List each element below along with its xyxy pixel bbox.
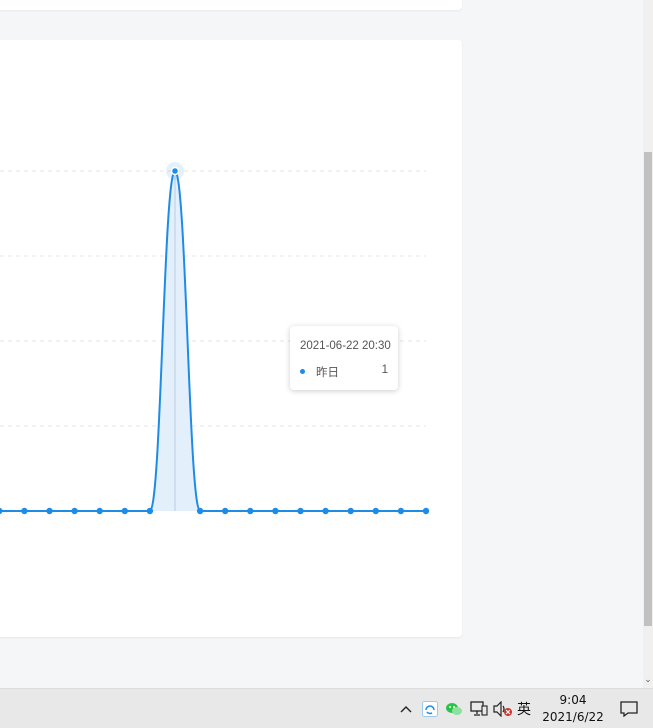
tooltip-title: 2021-06-22 20:30: [300, 340, 391, 352]
data-point: [46, 507, 53, 515]
tooltip-series-value: 1: [381, 364, 388, 376]
notification-icon[interactable]: [619, 699, 639, 719]
vertical-scrollbar[interactable]: [643, 0, 653, 688]
data-point: [372, 507, 379, 515]
scrollbar-thumb[interactable]: [644, 152, 652, 626]
data-point: [170, 166, 180, 176]
data-point: [422, 507, 430, 515]
wechat-icon[interactable]: [444, 699, 464, 719]
tooltip-series-name: 昨日: [316, 367, 339, 379]
data-point: [347, 507, 354, 515]
data-point: [247, 507, 254, 515]
data-point: [21, 507, 28, 515]
data-point: [272, 507, 279, 515]
data-point: [397, 507, 405, 515]
data-point: [146, 507, 154, 515]
data-point: [96, 507, 103, 515]
clock-date: 2021/6/22: [542, 710, 604, 724]
chart-tooltip: 2021-06-22 20:30 昨日 1: [290, 326, 398, 390]
scroll-down-arrow-icon[interactable]: ⌄: [643, 672, 653, 686]
data-point: [71, 507, 78, 515]
data-point: [196, 507, 204, 515]
volume-muted-icon[interactable]: [492, 699, 514, 719]
sync-app-icon[interactable]: [421, 699, 439, 719]
data-point: [297, 507, 304, 515]
network-icon[interactable]: [469, 699, 489, 719]
tooltip-series-dot: [300, 369, 305, 374]
page: 16:0020:00 2021-06-22 20:30 昨日 1 ⌄: [0, 0, 653, 728]
data-point: [121, 507, 128, 515]
chevron-up-icon[interactable]: [398, 699, 414, 719]
taskbar: 英 9:04 2021/6/22: [0, 688, 653, 728]
ime-indicator[interactable]: 英: [517, 699, 531, 719]
data-point: [0, 507, 3, 515]
taskbar-clock[interactable]: 9:04 2021/6/22: [530, 692, 616, 726]
data-point: [222, 507, 229, 515]
clock-time: 9:04: [559, 693, 587, 707]
data-point: [322, 507, 329, 515]
